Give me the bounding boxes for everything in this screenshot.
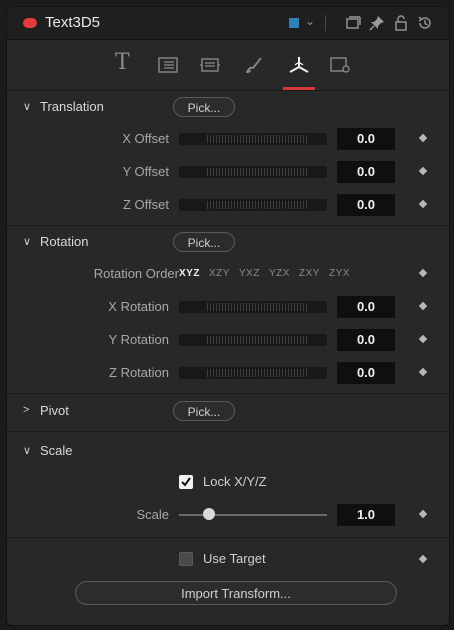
rotation-order-zxy[interactable]: ZXY bbox=[299, 268, 320, 279]
node-header: Text3D5 ⌄ bbox=[7, 7, 449, 40]
rotation-order-label: Rotation Order bbox=[93, 266, 179, 281]
header-separator bbox=[325, 15, 326, 31]
x-offset-field[interactable]: 0.0 bbox=[337, 128, 395, 150]
scale-label: Scale bbox=[136, 507, 169, 522]
section-divider bbox=[7, 537, 449, 538]
x-rotation-slider[interactable] bbox=[179, 301, 327, 313]
lock-icon[interactable] bbox=[393, 15, 409, 31]
node-enable-toggle[interactable] bbox=[23, 18, 37, 28]
rotation-pick-button[interactable]: Pick... bbox=[173, 232, 235, 252]
chevron-down-icon[interactable]: ∨ bbox=[23, 235, 31, 248]
translation-title: Translation bbox=[40, 99, 104, 114]
pin-icon[interactable] bbox=[369, 15, 385, 31]
shading-tab-icon[interactable] bbox=[243, 55, 265, 75]
z-rotation-label: Z Rotation bbox=[109, 365, 169, 380]
reset-icon[interactable] bbox=[417, 15, 433, 31]
scale-row: Scale 1.0 bbox=[7, 504, 449, 526]
window-icon[interactable] bbox=[345, 15, 361, 31]
scale-field[interactable]: 1.0 bbox=[337, 504, 395, 526]
rotation-order-row: Rotation Order XYZ XZY YXZ YZX ZXY ZYX bbox=[7, 263, 449, 285]
pivot-pick-button[interactable]: Pick... bbox=[173, 401, 235, 421]
keyframe-diamond-icon[interactable] bbox=[418, 334, 428, 344]
y-rotation-slider[interactable] bbox=[179, 334, 327, 346]
z-rotation-slider[interactable] bbox=[179, 367, 327, 379]
z-offset-label: Z Offset bbox=[123, 197, 169, 212]
use-target-checkbox[interactable] bbox=[179, 552, 193, 566]
y-offset-row: Y Offset 0.0 bbox=[7, 161, 449, 183]
chevron-down-icon[interactable]: ∨ bbox=[23, 444, 31, 457]
tabs-border bbox=[7, 90, 449, 91]
x-rotation-label: X Rotation bbox=[108, 299, 169, 314]
keyframe-diamond-icon[interactable] bbox=[418, 509, 428, 519]
rotation-order-xyz[interactable]: XYZ bbox=[179, 268, 200, 279]
node-title[interactable]: Text3D5 bbox=[45, 14, 100, 31]
z-rotation-field[interactable]: 0.0 bbox=[337, 362, 395, 384]
scale-slider-knob[interactable] bbox=[203, 508, 215, 520]
rotation-order-yzx[interactable]: YZX bbox=[269, 268, 290, 279]
keyframe-diamond-icon[interactable] bbox=[418, 301, 428, 311]
section-divider bbox=[7, 431, 449, 432]
y-offset-slider[interactable] bbox=[179, 166, 327, 178]
rotation-order-xzy[interactable]: XZY bbox=[209, 268, 230, 279]
chevron-down-icon[interactable]: ∨ bbox=[23, 100, 31, 113]
translation-pick-button[interactable]: Pick... bbox=[173, 97, 235, 117]
layout-tab-icon[interactable] bbox=[157, 55, 179, 75]
y-offset-field[interactable]: 0.0 bbox=[337, 161, 395, 183]
rotation-order-yxz[interactable]: YXZ bbox=[239, 268, 260, 279]
lock-xyz-label: Lock X/Y/Z bbox=[203, 474, 267, 489]
scale-title: Scale bbox=[40, 443, 73, 458]
z-offset-row: Z Offset 0.0 bbox=[7, 194, 449, 216]
import-transform-button[interactable]: Import Transform... bbox=[75, 581, 397, 605]
chevron-right-icon[interactable]: > bbox=[23, 404, 29, 416]
keyframe-diamond-icon[interactable] bbox=[418, 133, 428, 143]
z-offset-field[interactable]: 0.0 bbox=[337, 194, 395, 216]
x-offset-slider[interactable] bbox=[179, 133, 327, 145]
z-rotation-row: Z Rotation 0.0 bbox=[7, 362, 449, 384]
keyframe-diamond-icon[interactable] bbox=[418, 367, 428, 377]
y-offset-label: Y Offset bbox=[122, 164, 170, 179]
y-rotation-row: Y Rotation 0.0 bbox=[7, 329, 449, 351]
translation-header[interactable]: ∨ Translation Pick... bbox=[7, 96, 449, 120]
3d-transform-tab-icon[interactable] bbox=[288, 55, 310, 75]
checkmark-icon bbox=[181, 477, 191, 487]
x-offset-label: X Offset bbox=[122, 131, 169, 146]
x-offset-row: X Offset 0.0 bbox=[7, 128, 449, 150]
rotation-title: Rotation bbox=[40, 234, 89, 249]
pivot-header[interactable]: > Pivot Pick... bbox=[7, 400, 449, 424]
scale-slider-track[interactable] bbox=[179, 514, 327, 516]
text-tab-icon[interactable]: T bbox=[115, 50, 137, 75]
inspector-tabs: T bbox=[7, 40, 449, 90]
x-rotation-field[interactable]: 0.0 bbox=[337, 296, 395, 318]
x-rotation-row: X Rotation 0.0 bbox=[7, 296, 449, 318]
section-divider bbox=[7, 225, 449, 226]
settings-tab-icon[interactable] bbox=[329, 55, 351, 75]
rotation-order-zyx[interactable]: ZYX bbox=[329, 268, 350, 279]
section-divider bbox=[7, 393, 449, 394]
keyframe-diamond-icon[interactable] bbox=[418, 199, 428, 209]
keyframe-diamond-icon[interactable] bbox=[418, 554, 428, 564]
use-target-label: Use Target bbox=[203, 551, 266, 566]
scale-header[interactable]: ∨ Scale bbox=[7, 440, 449, 464]
node-color-swatch[interactable] bbox=[289, 18, 299, 28]
lock-xyz-checkbox[interactable] bbox=[179, 475, 193, 489]
y-rotation-field[interactable]: 0.0 bbox=[337, 329, 395, 351]
rotation-header[interactable]: ∨ Rotation Pick... bbox=[7, 231, 449, 255]
chevron-down-icon[interactable]: ⌄ bbox=[305, 14, 315, 28]
z-offset-slider[interactable] bbox=[179, 199, 327, 211]
keyframe-diamond-icon[interactable] bbox=[418, 166, 428, 176]
pivot-title: Pivot bbox=[40, 403, 69, 418]
keyframe-diamond-icon[interactable] bbox=[418, 268, 428, 278]
inspector-panel: Text3D5 ⌄ T ∨ Translation Pick... X Offs… bbox=[6, 6, 450, 626]
transform-tab-icon[interactable] bbox=[199, 55, 221, 75]
y-rotation-label: Y Rotation bbox=[108, 332, 169, 347]
